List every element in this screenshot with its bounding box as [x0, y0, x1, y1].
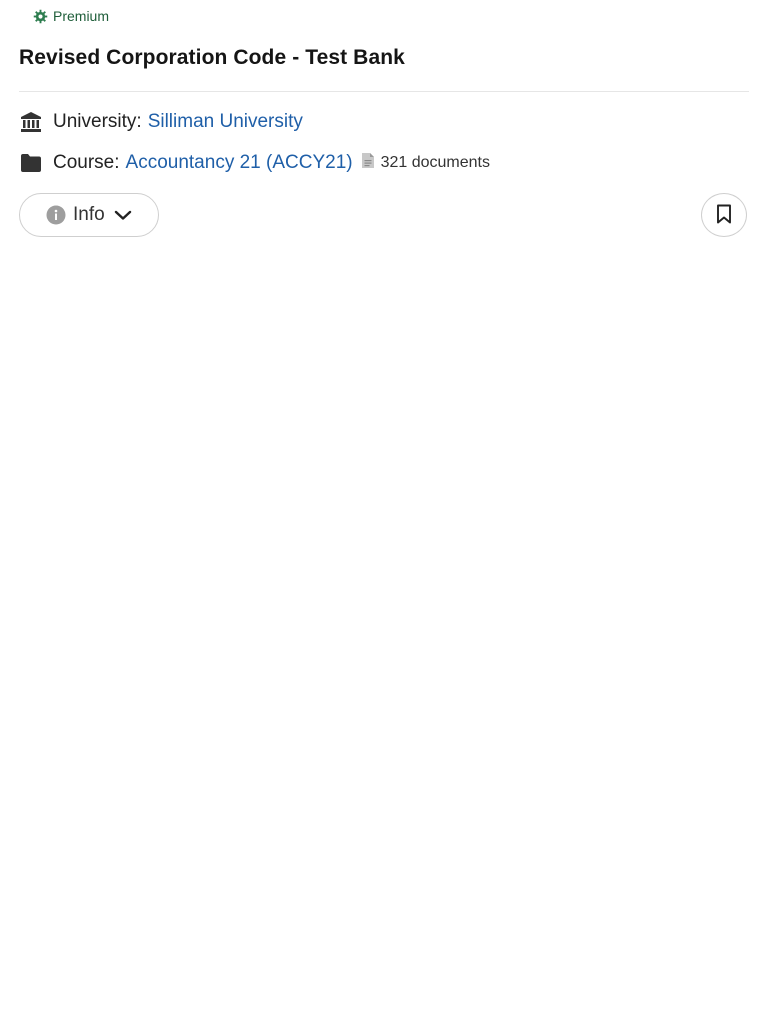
document-header-page: Premium Revised Corporation Code - Test … — [0, 0, 768, 1024]
header-divider — [19, 91, 749, 92]
university-link[interactable]: Silliman University — [148, 111, 303, 133]
bookmark-button[interactable] — [701, 193, 747, 237]
folder-icon — [19, 151, 43, 175]
university-building-icon — [19, 110, 43, 134]
document-title: Revised Corporation Code - Test Bank — [19, 46, 405, 69]
course-row: Course: Accountancy 21 (ACCY21) 321 docu… — [19, 151, 490, 175]
document-count-text: 321 documents — [380, 154, 490, 171]
premium-gear-icon — [33, 9, 48, 24]
premium-badge: Premium — [33, 8, 109, 24]
university-row: University: Silliman University — [19, 110, 303, 134]
chevron-down-icon — [114, 209, 132, 221]
course-label: Course: — [53, 152, 120, 173]
info-button[interactable]: Info — [19, 193, 159, 237]
document-icon — [361, 152, 381, 174]
document-count: 321 documents — [361, 152, 490, 174]
info-icon — [46, 205, 66, 225]
university-label: University: — [53, 111, 142, 132]
course-link[interactable]: Accountancy 21 (ACCY21) — [126, 152, 353, 174]
bookmark-icon — [716, 204, 732, 227]
premium-label: Premium — [53, 8, 110, 24]
info-label: Info — [73, 204, 105, 225]
